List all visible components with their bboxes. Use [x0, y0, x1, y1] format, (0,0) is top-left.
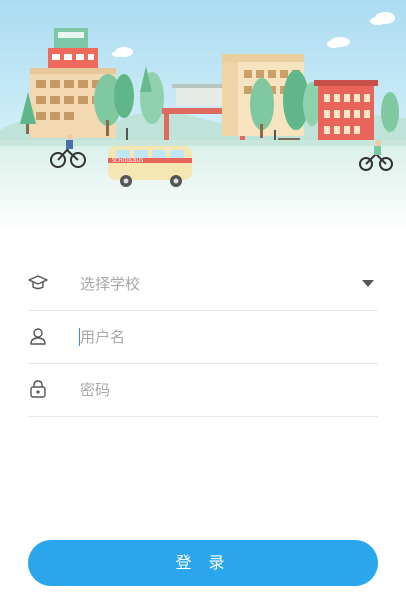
username-input[interactable] — [80, 323, 360, 351]
lock-icon — [28, 379, 48, 399]
chevron-down-icon[interactable] — [362, 280, 374, 287]
school-select-placeholder: 选择学校 — [80, 275, 141, 293]
password-field-row — [28, 364, 378, 417]
text-cursor — [79, 328, 80, 346]
campus-banner-illustration: SCHOOLBUS — [0, 0, 406, 232]
school-select[interactable]: 选择学校 — [28, 258, 378, 311]
user-icon — [28, 326, 48, 346]
login-form: 选择学校 — [0, 258, 406, 417]
username-field-row — [28, 311, 378, 364]
graduation-cap-icon — [28, 273, 48, 293]
login-button[interactable]: 登 录 — [28, 540, 378, 586]
svg-text:SCHOOLBUS: SCHOOLBUS — [112, 158, 143, 164]
password-input[interactable] — [80, 376, 360, 404]
